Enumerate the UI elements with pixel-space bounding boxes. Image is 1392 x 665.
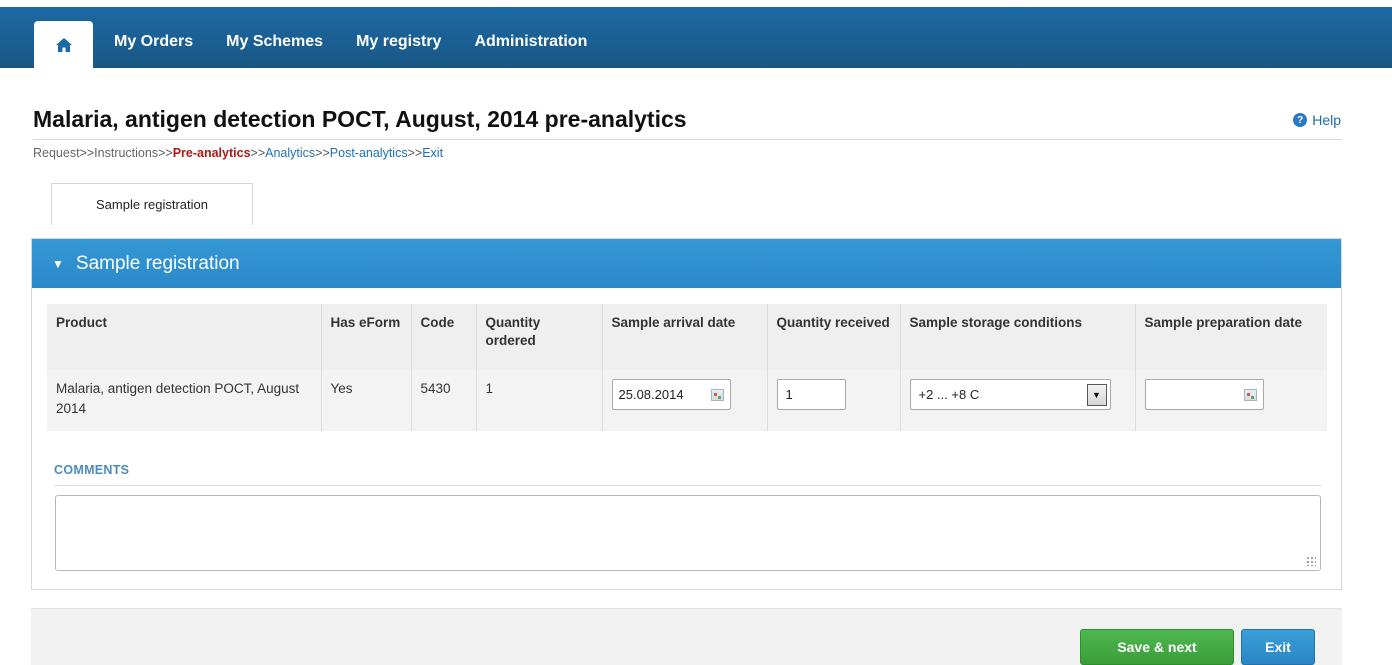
breadcrumb-exit[interactable]: Exit <box>422 146 443 160</box>
nav-home-button[interactable] <box>34 21 93 68</box>
breadcrumb-separator: >> <box>315 146 330 160</box>
page-title: Malaria, antigen detection POCT, August,… <box>33 106 687 132</box>
table-row: Malaria, antigen detection POCT, August … <box>47 370 1327 431</box>
arrival-date-cell: 25.08.2014 <box>602 370 768 431</box>
nav-bar: My Orders My Schemes My registry Adminis… <box>0 7 1392 68</box>
comments-divider <box>54 485 1321 486</box>
calendar-icon[interactable] <box>1243 388 1257 401</box>
dropdown-arrow-icon[interactable]: ▼ <box>1086 383 1107 406</box>
nav-administration[interactable]: Administration <box>474 33 587 51</box>
column-header: Code <box>411 304 477 370</box>
sample-table: Product Has eForm Code Quantity ordered … <box>47 304 1327 431</box>
breadcrumb-separator: >> <box>407 146 423 160</box>
title-divider <box>33 139 1342 140</box>
breadcrumb: Request>>Instructions>>Pre-analytics>>An… <box>33 146 443 160</box>
breadcrumb-instructions: Instructions <box>94 146 159 160</box>
tab-sample-registration[interactable]: Sample registration <box>51 183 253 225</box>
breadcrumb-analytics[interactable]: Analytics <box>265 146 315 160</box>
table-header-row: Product Has eForm Code Quantity ordered … <box>47 304 1327 370</box>
breadcrumb-pre-analytics: Pre-analytics <box>172 146 251 160</box>
top-strip <box>0 0 1392 7</box>
quantity-received-input[interactable]: 1 <box>776 379 846 410</box>
comments-textarea[interactable] <box>55 495 1321 571</box>
preparation-date-cell <box>1135 370 1327 431</box>
quantity-received-value: 1 <box>785 386 793 402</box>
caret-down-icon: ▼ <box>52 256 64 271</box>
nav-my-registry[interactable]: My registry <box>356 33 441 51</box>
panel-title: Sample registration <box>75 252 240 274</box>
arrival-date-value: 25.08.2014 <box>618 386 684 402</box>
resize-grip-icon[interactable] <box>1306 556 1316 566</box>
save-next-button[interactable]: Save & next <box>1080 629 1234 665</box>
column-header: Product <box>47 304 322 370</box>
help-icon: ? <box>1293 113 1308 127</box>
home-icon <box>55 37 72 52</box>
product-cell: Malaria, antigen detection POCT, August … <box>47 370 322 431</box>
breadcrumb-request: Request <box>33 146 80 160</box>
help-link[interactable]: ? Help <box>1293 112 1341 128</box>
column-header: Has eForm <box>321 304 412 370</box>
help-label: Help <box>1312 112 1341 128</box>
breadcrumb-separator: >> <box>250 146 266 160</box>
storage-conditions-select[interactable]: +2 ... +8 C ▼ <box>909 379 1111 410</box>
storage-selected-value: +2 ... +8 C <box>918 386 980 402</box>
arrival-date-input[interactable]: 25.08.2014 <box>611 379 731 410</box>
has-eform-cell: Yes <box>321 370 412 431</box>
column-header: Quantity ordered <box>476 304 603 370</box>
code-cell: 5430 <box>411 370 477 431</box>
breadcrumb-post-analytics[interactable]: Post-analytics <box>330 146 408 160</box>
column-header: Sample preparation date <box>1135 304 1327 370</box>
comments-label: COMMENTS <box>54 463 130 477</box>
column-header: Sample arrival date <box>602 304 768 370</box>
sample-registration-panel: ▼ Sample registration Product Has eForm … <box>31 238 1342 590</box>
breadcrumb-separator: >> <box>158 146 173 160</box>
panel-header[interactable]: ▼ Sample registration <box>32 239 1341 288</box>
column-header: Quantity received <box>767 304 901 370</box>
exit-button[interactable]: Exit <box>1241 629 1315 665</box>
storage-cell: +2 ... +8 C ▼ <box>900 370 1136 431</box>
preparation-date-input[interactable] <box>1144 379 1264 410</box>
nav-my-schemes[interactable]: My Schemes <box>226 33 323 51</box>
breadcrumb-separator: >> <box>79 146 95 160</box>
calendar-icon[interactable] <box>710 388 724 401</box>
quantity-received-cell: 1 <box>767 370 901 431</box>
quantity-ordered-cell: 1 <box>476 370 603 431</box>
top-navigation: My Orders My Schemes My registry Adminis… <box>0 0 1392 68</box>
column-header: Sample storage conditions <box>900 304 1136 370</box>
nav-my-orders[interactable]: My Orders <box>114 33 193 51</box>
